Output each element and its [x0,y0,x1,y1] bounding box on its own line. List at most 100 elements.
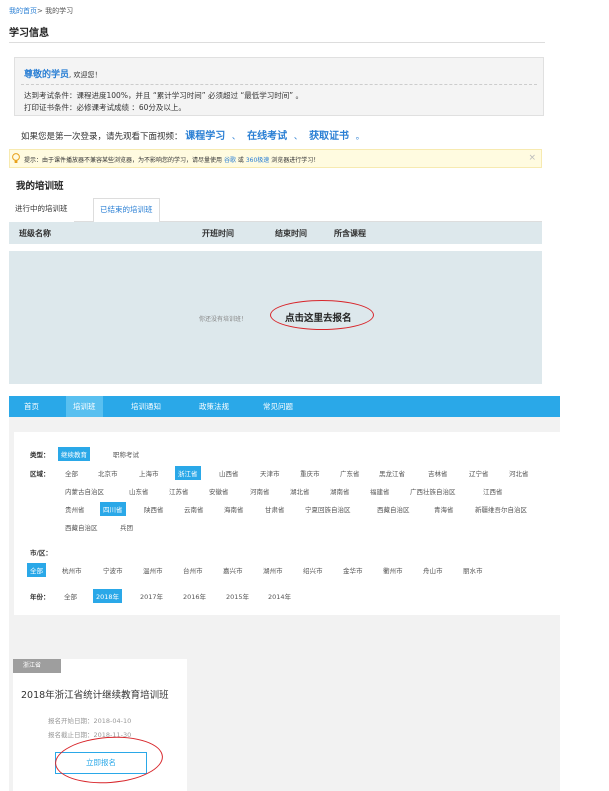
region-option[interactable]: 湖北省 [287,484,313,498]
video-hint: 如果您是第一次登录，请先观看下面视频： 课程学习 、 在线考试 、 获取证书 。 [21,127,368,142]
tip-browser-360-link[interactable]: 360极速 [246,157,269,164]
close-icon[interactable]: × [528,153,536,163]
tab-ongoing-classes[interactable]: 进行中的培训班 [9,198,74,222]
region-option[interactable]: 贵州省 [62,502,88,516]
certificate-condition-text: 打印证书条件：必修课考试成绩 ：60分及以上。 [24,103,186,112]
region-option[interactable]: 海南省 [221,502,247,516]
nav-policies[interactable]: 政策法规 [192,396,236,417]
region-option[interactable]: 江苏省 [166,484,192,498]
region-option[interactable]: 西藏自治区 [62,520,101,534]
welcome-box: 尊敬的学员, 欢迎您！ 达到考试条件：课程进度100%，并且 “累计学习时间” … [14,57,544,116]
region-option[interactable]: 西藏自治区 [374,502,413,516]
year-option[interactable]: 2014年 [265,589,294,603]
region-option[interactable]: 广东省 [337,466,363,480]
lightbulb-icon [12,153,20,163]
region-option[interactable]: 天津市 [257,466,283,480]
breadcrumb-home-link[interactable]: 我的首页 [9,7,37,15]
title-divider [9,42,545,43]
region-option[interactable]: 安徽省 [206,484,232,498]
year-option[interactable]: 2018年 [93,589,123,603]
year-option[interactable]: 2017年 [137,589,166,603]
region-option[interactable]: 陕西省 [141,502,167,516]
signup-end-label: 报名截止日期： [48,731,94,739]
video-link-online-exam[interactable]: 在线考试 [247,131,287,142]
region-option[interactable]: 内蒙古自治区 [62,484,107,498]
video-hint-suffix: 。 [355,132,365,142]
region-option[interactable]: 吉林省 [425,466,451,480]
filter-panel: 类型： 继续教育 职称考试 区域： 全部 北京市 上海市 浙江省 山西省 天津市… [14,432,560,615]
region-option[interactable]: 北京市 [95,466,121,480]
column-end-time: 结束时间 [275,229,307,238]
region-option[interactable]: 山西省 [216,466,242,480]
nav-faq[interactable]: 常见问题 [256,396,300,417]
filter-city-label: 市/区： [30,549,52,557]
welcome-greeting-suffix: , 欢迎您！ [69,71,102,79]
year-option[interactable]: 全部 [61,589,80,603]
region-option[interactable]: 云南省 [181,502,207,516]
class-table-header: 班级名称 开班时间 结束时间 所含课程 [9,222,542,244]
region-option[interactable]: 兵团 [117,520,136,534]
nav-training-notices[interactable]: 培训通知 [124,396,168,417]
city-option[interactable]: 金华市 [340,563,366,577]
filter-year-row: 年份： 全部 2018年 2017年 2016年 2015年 2014年 [14,589,560,605]
class-card-title[interactable]: 2018年浙江省统计继续教育培训班 [21,687,169,701]
region-option[interactable]: 宁夏回族自治区 [302,502,354,516]
video-link-course-study[interactable]: 课程学习 [185,131,225,142]
region-option[interactable]: 上海市 [136,466,162,480]
page-title: 学习信息 [9,28,49,39]
tab-ended-classes[interactable]: 已结束的培训班 [93,198,160,222]
city-option[interactable]: 丽水市 [460,563,486,577]
tip-text-b: 浏览器进行学习！ [271,157,320,164]
region-option[interactable]: 广西壮族自治区 [407,484,459,498]
filter-region-row: 区域： 全部 北京市 上海市 浙江省 山西省 天津市 重庆市 广东省 黑龙江省 … [14,466,560,536]
region-option[interactable]: 江西省 [480,484,506,498]
nav-home[interactable]: 首页 [17,396,46,417]
region-option[interactable]: 全部 [62,466,81,480]
city-option[interactable]: 绍兴市 [300,563,326,577]
filter-region-label: 区域： [30,470,50,478]
exam-condition-text: 达到考试条件：课程进度100%，并且 “累计学习时间” 必须超过 “最低学习时间… [24,91,304,100]
city-option[interactable]: 全部 [27,563,46,577]
year-option[interactable]: 2015年 [223,589,252,603]
class-card[interactable]: 浙江省 2018年浙江省统计继续教育培训班 报名开始日期：2018-04-10 … [13,659,187,791]
filter-type-option[interactable]: 职称考试 [110,447,142,461]
region-option[interactable]: 新疆维吾尔自治区 [472,502,530,516]
region-option[interactable]: 黑龙江省 [376,466,408,480]
city-option[interactable]: 宁波市 [100,563,126,577]
welcome-greeting-name: 尊敬的学员 [24,70,70,80]
region-option[interactable]: 浙江省 [175,466,201,480]
signup-start-label: 报名开始日期： [48,717,94,725]
region-option[interactable]: 甘肃省 [262,502,288,516]
city-option[interactable]: 衢州市 [380,563,406,577]
video-link-separator: 、 [293,132,303,142]
signup-start-date: 报名开始日期：2018-04-10 [48,715,131,725]
city-option[interactable]: 台州市 [180,563,206,577]
city-option[interactable]: 湖州市 [260,563,286,577]
region-option[interactable]: 河北省 [506,466,532,480]
year-option[interactable]: 2016年 [180,589,209,603]
region-option[interactable]: 重庆市 [297,466,323,480]
city-option[interactable]: 嘉兴市 [220,563,246,577]
city-option[interactable]: 温州市 [140,563,166,577]
region-option[interactable]: 山东省 [126,484,152,498]
filter-type-option[interactable]: 继续教育 [58,447,90,461]
region-option[interactable]: 湖南省 [327,484,353,498]
region-option[interactable]: 河南省 [247,484,273,498]
region-option[interactable]: 辽宁省 [466,466,492,480]
region-option[interactable]: 福建省 [367,484,393,498]
highlight-oval [270,300,374,330]
welcome-greeting: 尊敬的学员, 欢迎您！ [24,67,101,80]
city-option[interactable]: 杭州市 [59,563,85,577]
city-option[interactable]: 舟山市 [420,563,446,577]
filter-year-label: 年份： [30,593,50,601]
filter-city-row: 全部 杭州市 宁波市 温州市 台州市 嘉兴市 湖州市 绍兴市 金华市 衢州市 舟… [14,563,560,579]
column-start-time: 开班时间 [202,229,234,238]
video-link-get-certificate[interactable]: 获取证书 [309,131,349,142]
region-option[interactable]: 青海省 [431,502,457,516]
tip-browser-chrome-link[interactable]: 谷歌 [224,157,236,164]
region-option[interactable]: 四川省 [100,502,126,516]
class-table-empty: 你还没有培训班！ 点击这里去报名 [9,251,542,384]
tip-text-a: 提示：由于课件播放器不兼容某些浏览器，为不影响您的学习，请尽量使用 [24,157,223,164]
nav-training-classes[interactable]: 培训班 [66,396,103,417]
welcome-divider [21,84,537,85]
